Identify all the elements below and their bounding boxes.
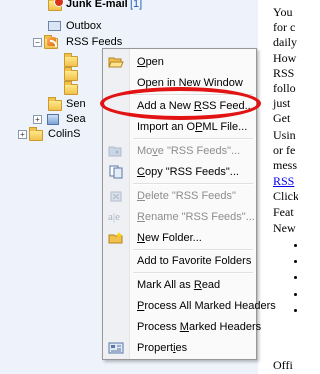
search-folders-label: Sea	[66, 113, 86, 125]
menu-item-open[interactable]: Open	[105, 51, 254, 73]
menu-label: Properties	[137, 342, 188, 354]
mailbox-colin-label: ColinS	[48, 128, 81, 140]
folder-search-folders[interactable]: + Sea	[33, 111, 103, 127]
menu-item-copy[interactable]: Copy "RSS Feeds"...	[105, 161, 254, 183]
menu-item-process-all-marked[interactable]: Process All Marked Headers	[105, 295, 276, 317]
menu-item-add-favorites[interactable]: Add to Favorite Folders	[105, 250, 254, 272]
menu-label: New Folder...	[137, 232, 202, 244]
folder-outbox[interactable]: Outbox	[48, 18, 168, 34]
properties-icon	[108, 341, 124, 355]
doc-line: How	[273, 51, 297, 65]
sent-folder-icon	[48, 97, 62, 111]
menu-label: Add to Favorite Folders	[137, 255, 252, 267]
bullet-icon	[294, 309, 297, 312]
doc-line: follo	[273, 81, 296, 95]
menu-item-process-marked[interactable]: Process Marked Headers	[105, 316, 261, 338]
move-folder-icon	[108, 144, 124, 158]
menu-label: Rename "RSS Feeds"...	[137, 211, 255, 223]
highlight-ellipse	[100, 87, 261, 120]
subfolder-icon[interactable]	[64, 67, 78, 81]
access-key: i	[173, 342, 176, 354]
folder-mailbox-colin[interactable]: + ColinS	[18, 126, 98, 142]
access-key: N	[137, 232, 145, 244]
junk-badge-icon	[54, 0, 64, 7]
expand-icon[interactable]: +	[18, 130, 27, 139]
expand-icon[interactable]: +	[33, 115, 42, 124]
bullet-icon	[294, 276, 297, 279]
menu-label: Mark All as Read	[137, 279, 221, 291]
junk-email-label: Junk E-mail	[66, 0, 128, 10]
bullet-icon	[294, 260, 297, 263]
doc-footer: Offi	[273, 358, 293, 372]
doc-line: RSS	[273, 66, 295, 80]
subfolder-icon[interactable]	[64, 53, 78, 67]
access-key: R	[193, 279, 202, 291]
access-key: O	[137, 56, 146, 68]
doc-line: for c	[273, 20, 296, 34]
doc-line: or fe	[273, 143, 296, 157]
access-key: C	[137, 166, 145, 178]
access-key: P	[137, 300, 145, 312]
outbox-icon	[48, 21, 61, 31]
sent-label: Sen	[66, 98, 86, 110]
junk-email-count: [1]	[130, 0, 143, 10]
subfolder-icon[interactable]	[64, 81, 78, 95]
menu-label: Copy "RSS Feeds"...	[137, 166, 239, 178]
bullet-icon	[294, 293, 297, 296]
reading-pane: You for c daily How RSS follo just Get U…	[258, 0, 298, 374]
access-key: D	[137, 190, 145, 202]
menu-item-mark-all-read[interactable]: Mark All as Read	[105, 274, 254, 296]
mailbox-folder-icon	[29, 127, 43, 141]
doc-line: mess	[273, 158, 297, 172]
rss-badge-icon	[47, 37, 57, 47]
access-key: M	[179, 321, 189, 333]
folder-sent[interactable]: Sen	[48, 96, 108, 112]
doc-line: Feat	[273, 205, 294, 219]
menu-item-move[interactable]: Move "RSS Feeds"...	[105, 140, 254, 162]
menu-label: Process All Marked Headers	[137, 300, 276, 312]
menu-item-rename[interactable]: a|e Rename "RSS Feeds"...	[105, 206, 255, 228]
menu-label: Process Marked Headers	[137, 321, 262, 333]
doc-line: daily	[273, 35, 297, 49]
menu-item-properties[interactable]: Properties	[105, 337, 254, 359]
doc-line: Click	[273, 189, 298, 203]
menu-label: Open	[137, 56, 164, 68]
rename-icon: a|e	[108, 211, 120, 223]
copy-folder-icon	[108, 165, 124, 179]
menu-label: Move "RSS Feeds"...	[137, 145, 241, 157]
delete-icon	[108, 189, 124, 203]
bullet-icon	[294, 244, 297, 247]
search-folder-icon	[47, 114, 59, 125]
doc-link[interactable]: RSS	[273, 174, 294, 189]
open-folder-icon	[108, 55, 124, 69]
access-key: v	[152, 145, 158, 157]
doc-line: just	[273, 96, 291, 110]
access-key: P	[195, 121, 203, 133]
menu-label: Delete "RSS Feeds"	[137, 190, 236, 202]
menu-item-delete[interactable]: Delete "RSS Feeds"	[105, 185, 254, 207]
menu-item-new-folder[interactable]: New Folder...	[105, 227, 254, 249]
new-folder-icon	[108, 231, 124, 245]
doc-line: You	[273, 5, 293, 19]
outbox-label: Outbox	[66, 20, 102, 32]
doc-line: Usin	[273, 128, 296, 142]
doc-line: Get	[273, 111, 291, 125]
collapse-icon[interactable]: −	[33, 38, 42, 47]
doc-line: New	[273, 221, 296, 235]
access-key: R	[137, 211, 145, 223]
